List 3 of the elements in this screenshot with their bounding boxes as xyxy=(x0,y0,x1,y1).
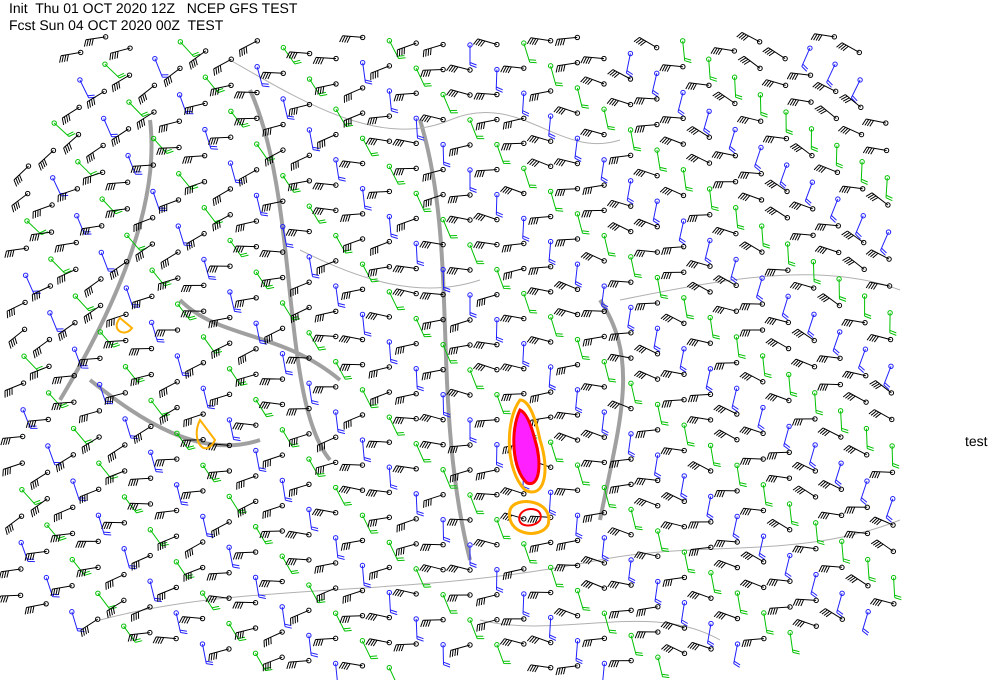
side-label: test xyxy=(965,433,988,450)
init-time-title: Init Thu 01 OCT 2020 12Z NCEP GFS TEST xyxy=(9,0,298,17)
forecast-time-title: Fcst Sun 04 OCT 2020 00Z TEST xyxy=(9,17,224,34)
